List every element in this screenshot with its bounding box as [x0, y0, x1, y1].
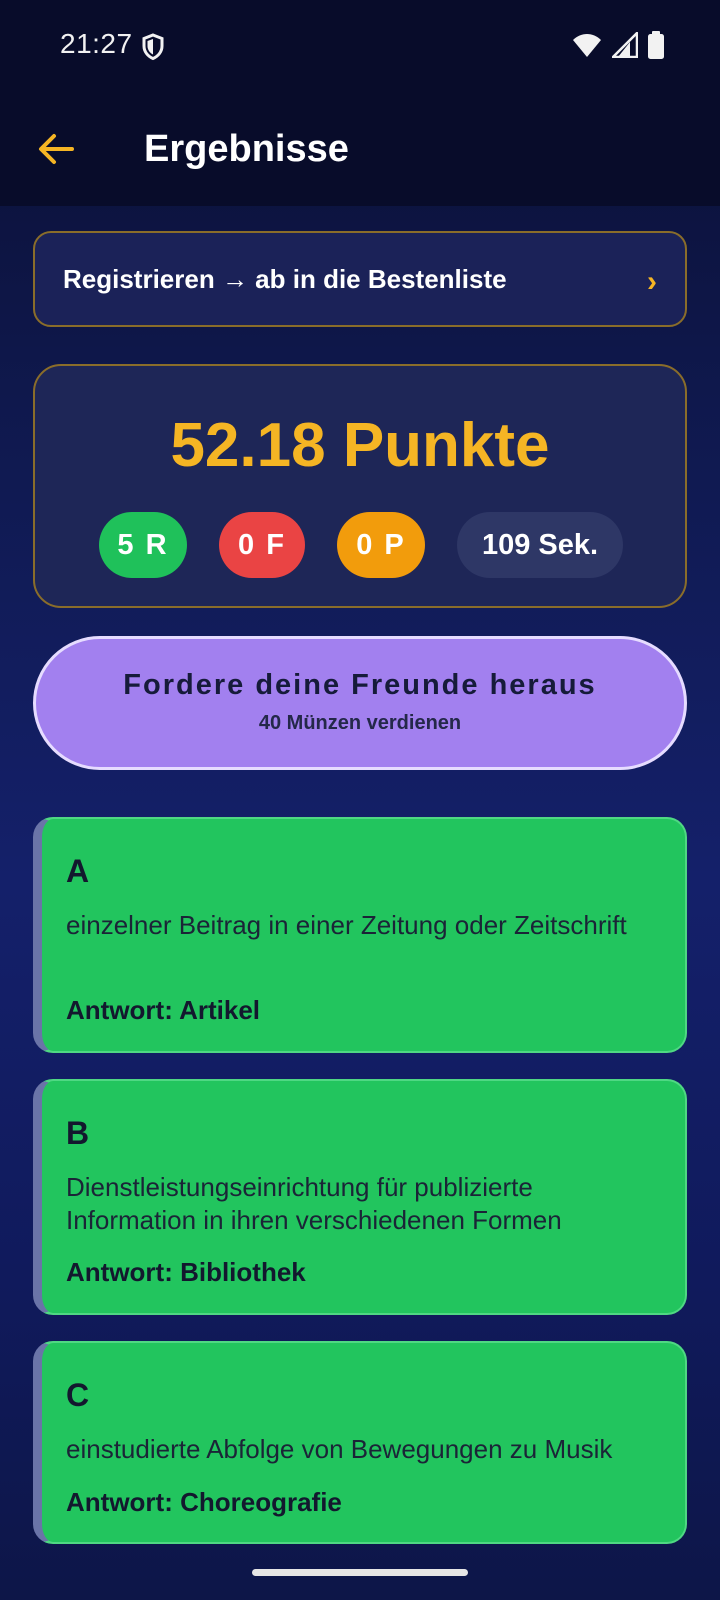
card-letter: A [66, 853, 90, 889]
challenge-friends-button[interactable]: Fordere deine Freunde heraus 40 Münzen v… [33, 636, 687, 770]
battery-icon [648, 31, 664, 59]
wrong-count-badge: 0 F [219, 512, 305, 578]
status-time: 21:27 [60, 28, 133, 59]
card-letter: B [66, 1115, 90, 1151]
score-points: 52.18 Punkte [170, 411, 550, 480]
wifi-icon [573, 34, 601, 57]
time-badge: 109 Sek. [457, 512, 623, 578]
score-card: 52.18 Punkte 5 R 0 F 0 P 109 Sek. [33, 364, 687, 608]
answer-card-a[interactable]: A einzelner Beitrag in einer Zeitung ode… [33, 817, 687, 1053]
answer-card-b[interactable]: B Dienstleistungseinrichtung für publizi… [33, 1079, 687, 1315]
answer-card-c[interactable]: C einstudierte Abfolge von Bewegungen zu… [33, 1341, 687, 1544]
register-banner-text: Registrieren → ab in die Bestenliste [63, 263, 507, 294]
card-description: Dienstleistungseinrichtung für publizier… [66, 1172, 562, 1235]
card-description: einstudierte Abfolge von Bewegungen zu M… [66, 1434, 613, 1464]
chevron-right-icon: › [647, 265, 657, 298]
shield-icon [142, 33, 164, 61]
system-icons [572, 30, 664, 60]
page-title: Ergebnisse [144, 128, 349, 170]
arrow-left-icon [39, 134, 74, 164]
back-button[interactable] [30, 126, 82, 172]
challenge-subtitle: 40 Münzen verdienen [258, 712, 462, 734]
app-bar: Ergebnisse [0, 92, 720, 206]
card-answer: Antwort: Bibliothek [66, 1257, 306, 1287]
card-answer: Antwort: Artikel [66, 995, 261, 1025]
challenge-title: Fordere deine Freunde heraus [123, 669, 597, 701]
card-letter: C [66, 1377, 90, 1413]
correct-count-badge: 5 R [99, 512, 187, 578]
status-bar: 21:27 [0, 0, 720, 92]
home-indicator[interactable] [252, 1569, 468, 1576]
cellular-signal-icon [612, 32, 638, 58]
card-answer: Antwort: Choreografie [66, 1487, 342, 1517]
card-description: einzelner Beitrag in einer Zeitung oder … [66, 910, 627, 940]
passed-count-badge: 0 P [337, 512, 425, 578]
register-leaderboard-banner[interactable]: Registrieren → ab in die Bestenliste › [33, 231, 687, 327]
